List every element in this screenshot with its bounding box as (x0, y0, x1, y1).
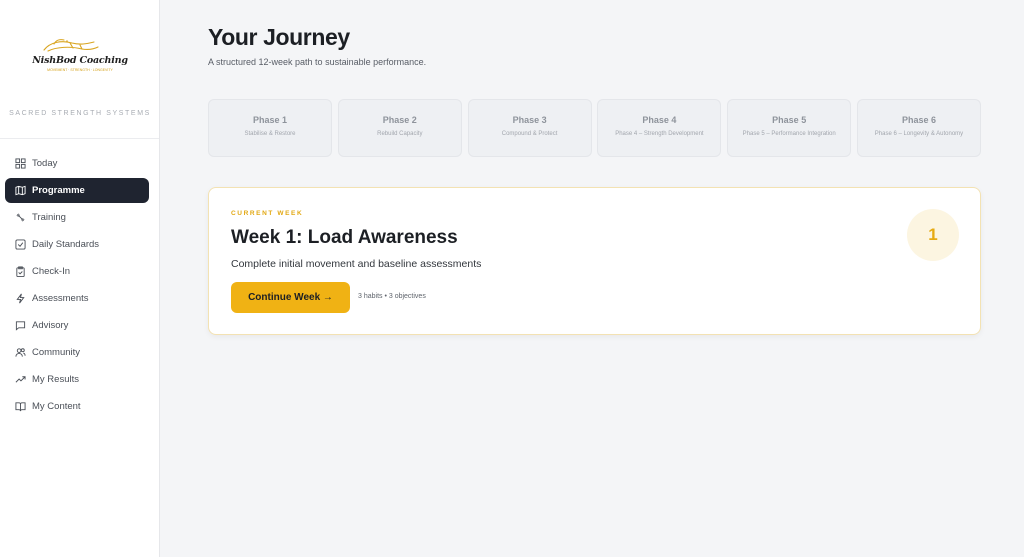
users-icon (15, 347, 26, 358)
sidebar-item-advisory[interactable]: Advisory (5, 313, 149, 338)
sidebar-item-label: Programme (32, 185, 85, 196)
sidebar-item-label: Advisory (32, 320, 69, 331)
bolt-icon (15, 293, 26, 304)
otter-logo-icon (43, 39, 99, 52)
brand-subtitle: SACRED STRENGTH SYSTEMS (9, 110, 151, 117)
sidebar-item-label: Daily Standards (32, 239, 100, 250)
phase-card-3[interactable]: Phase 3 Compound & Protect (467, 99, 592, 157)
sidebar-item-check-in[interactable]: Check-In (5, 259, 149, 284)
brand-logo[interactable]: NishBod Coaching MOVEMENT · STRENGTH · L… (20, 34, 140, 74)
page-subtitle: A structured 12-week path to sustainable… (208, 57, 427, 67)
phase-name: Phase 2 (382, 115, 417, 125)
sidebar-item-label: Training (32, 212, 66, 223)
phase-name: Phase 1 (252, 115, 288, 125)
phase-card-4[interactable]: Phase 4 Phase 4 – Strength Development (597, 99, 722, 157)
phase-tracker: Phase 1 Stabilise & Restore Phase 2 Rebu… (208, 99, 981, 157)
sidebar-item-programme[interactable]: Programme (5, 178, 149, 203)
phase-card-1[interactable]: Phase 1 Stabilise & Restore (208, 99, 332, 157)
phase-description: Phase 5 – Performance Integration (742, 131, 836, 137)
current-week-title: Week 1: Load Awareness (231, 227, 458, 248)
book-icon (15, 401, 26, 412)
sidebar-item-label: Community (32, 347, 81, 358)
checkbox-icon (15, 239, 26, 250)
map-icon (15, 185, 26, 196)
phase-description: Phase 4 – Strength Development (615, 131, 704, 137)
week-meta: 3 habits • 3 objectives (358, 293, 426, 300)
phase-description: Phase 6 – Longevity & Autonomy (874, 131, 964, 137)
sidebar-item-community[interactable]: Community (5, 340, 149, 365)
clipboard-icon (15, 266, 26, 277)
sidebar-item-my-content[interactable]: My Content (5, 394, 149, 419)
sidebar-item-label: Check-In (32, 266, 71, 277)
current-week-card: CURRENT WEEK Week 1: Load Awareness Comp… (208, 187, 981, 335)
brand-name: NishBod Coaching (32, 55, 128, 66)
brand-tagline: MOVEMENT · STRENGTH · LONGEVITY (47, 68, 113, 72)
dumbbell-icon (15, 212, 26, 223)
week-number-badge: 1 (907, 209, 959, 261)
phase-card-5[interactable]: Phase 5 Phase 5 – Performance Integratio… (727, 99, 852, 157)
phase-card-6[interactable]: Phase 6 Phase 6 – Longevity & Autonomy (856, 99, 981, 157)
sidebar-item-assessments[interactable]: Assessments (5, 286, 149, 311)
sidebar-nav: Today Programme Training Daily Standards… (5, 151, 149, 421)
phase-name: Phase 3 (512, 115, 547, 125)
chat-icon (15, 320, 26, 331)
sidebar-item-my-results[interactable]: My Results (5, 367, 149, 392)
sidebar-item-today[interactable]: Today (5, 151, 149, 176)
phase-name: Phase 6 (901, 115, 936, 125)
sidebar-item-daily-standards[interactable]: Daily Standards (5, 232, 149, 257)
sidebar-item-label: Assessments (32, 293, 89, 304)
sidebar-item-label: Today (32, 158, 58, 169)
page-title: Your Journey (208, 24, 350, 50)
phase-description: Stabilise & Restore (244, 131, 296, 137)
sidebar-item-label: My Results (32, 374, 79, 385)
phase-description: Compound & Protect (501, 131, 558, 137)
trend-icon (15, 374, 26, 385)
phase-card-2[interactable]: Phase 2 Rebuild Capacity (337, 99, 462, 157)
sidebar-divider (0, 138, 159, 139)
grid-icon (15, 158, 26, 169)
sidebar-item-label: My Content (32, 401, 81, 412)
sidebar: NishBod Coaching MOVEMENT · STRENGTH · L… (0, 0, 160, 557)
phase-description: Rebuild Capacity (377, 131, 423, 137)
continue-week-button[interactable]: Continue Week → (231, 282, 350, 313)
phase-name: Phase 4 (642, 115, 677, 125)
current-week-description: Complete initial movement and baseline a… (231, 258, 482, 270)
current-week-label: CURRENT WEEK (231, 210, 304, 217)
sidebar-item-training[interactable]: Training (5, 205, 149, 230)
phase-name: Phase 5 (772, 115, 807, 125)
